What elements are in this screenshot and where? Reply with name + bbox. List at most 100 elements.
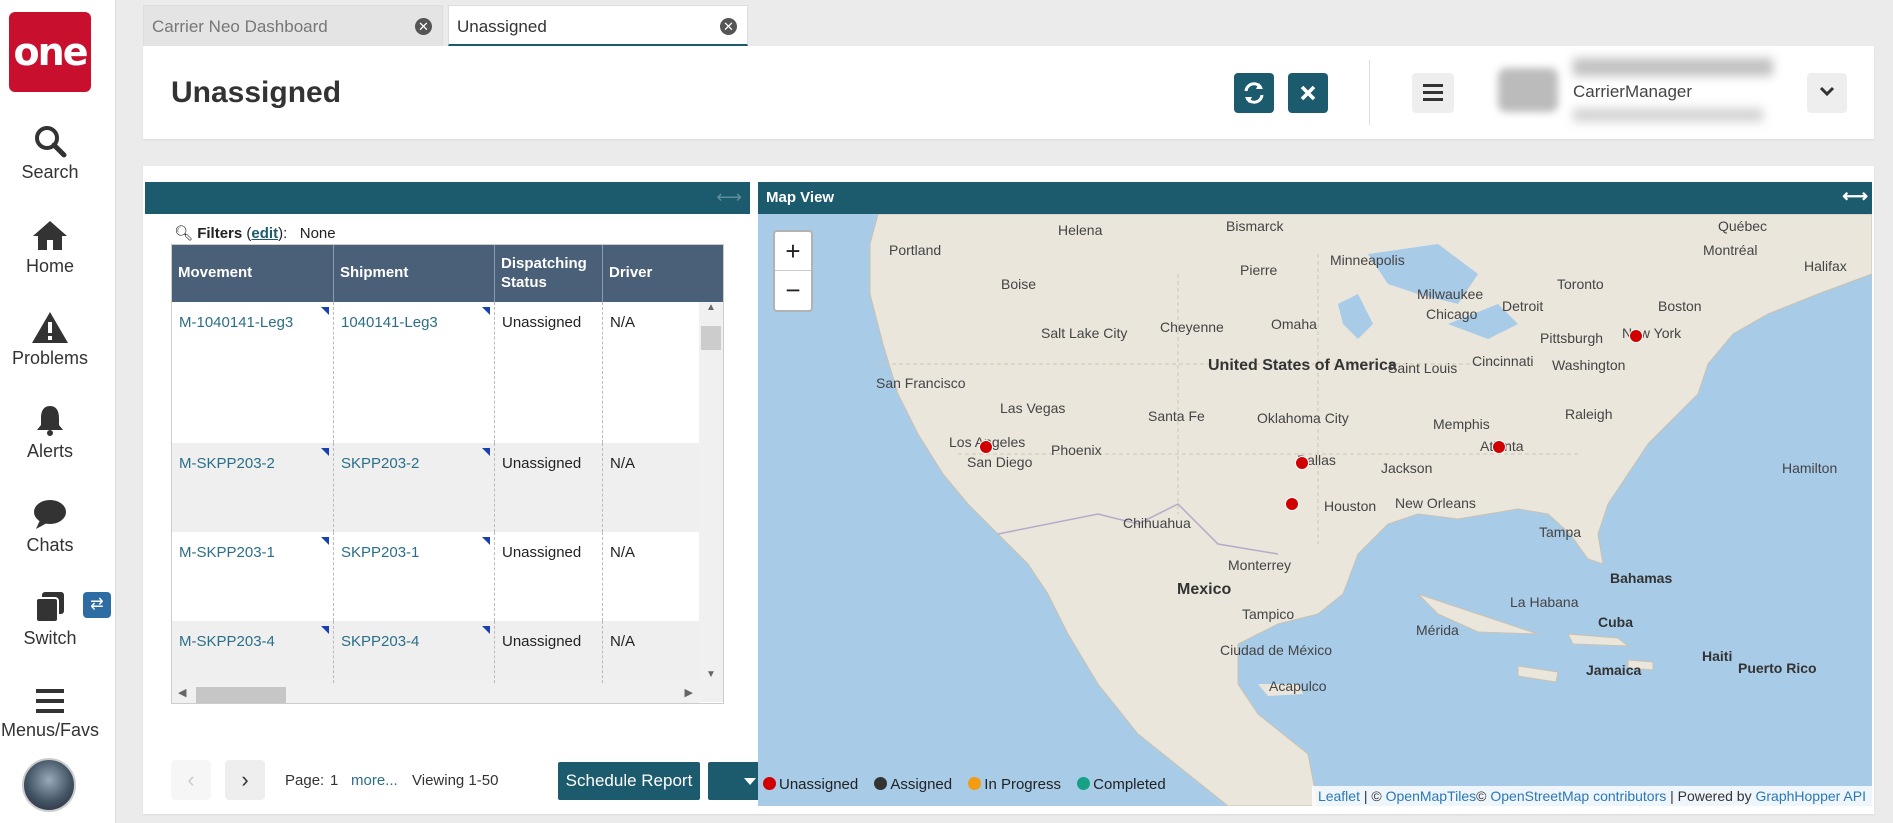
nav-home-label: Home bbox=[25, 256, 74, 276]
shipment-marker[interactable] bbox=[1629, 329, 1643, 343]
column-header-dispatching-status[interactable]: Dispatching Status bbox=[495, 245, 603, 302]
vertical-scrollbar[interactable]: ▲ ▼ bbox=[699, 302, 723, 702]
map-label: Bahamas bbox=[1610, 570, 1673, 586]
shipment-link[interactable]: SKPP203-2 bbox=[334, 443, 495, 532]
scrollbar-thumb[interactable] bbox=[196, 687, 286, 703]
close-icon[interactable]: ✕ bbox=[415, 18, 432, 35]
nav-home[interactable]: Home bbox=[0, 218, 100, 277]
tab-label: Unassigned bbox=[457, 17, 547, 36]
driver-cell: N/A bbox=[610, 544, 636, 561]
nav-chats[interactable]: Chats bbox=[0, 497, 100, 556]
zoom-control: + − bbox=[773, 230, 813, 312]
column-header-movement[interactable]: Movement bbox=[172, 245, 334, 302]
status-cell: Unassigned bbox=[495, 302, 603, 443]
shipment-link[interactable]: SKPP203-1 bbox=[334, 532, 495, 621]
scroll-right-icon[interactable]: ▶ bbox=[685, 686, 693, 699]
map-title: Map View bbox=[766, 189, 835, 206]
filters-edit-link[interactable]: edit bbox=[251, 225, 278, 242]
attribution-text: | © bbox=[1359, 788, 1386, 804]
nav-alerts[interactable]: Alerts bbox=[0, 403, 100, 462]
nav-menus-favs[interactable]: Menus/Favs bbox=[0, 686, 100, 741]
map-label: Tampico bbox=[1242, 606, 1295, 622]
next-page-button[interactable]: › bbox=[225, 760, 265, 800]
schedule-report-button[interactable]: Schedule Report bbox=[558, 762, 700, 800]
tab-unassigned[interactable]: Unassigned ✕ bbox=[448, 5, 748, 46]
resize-arrows-icon[interactable]: ⟷ bbox=[1842, 186, 1868, 207]
pagination: ‹ › Page: 1 more... Viewing 1-50 Schedul… bbox=[171, 760, 766, 802]
user-menu-button[interactable] bbox=[1807, 73, 1847, 113]
nav-search[interactable]: Search bbox=[0, 124, 100, 183]
movement-link[interactable]: M-SKPP203-4 bbox=[172, 621, 334, 683]
movement-link[interactable]: M-SKPP203-2 bbox=[172, 443, 334, 532]
map-label: Omaha bbox=[1271, 316, 1317, 332]
map-label: San Francisco bbox=[876, 375, 966, 391]
filters-label: Filters bbox=[197, 225, 243, 242]
page-title: Unassigned bbox=[171, 76, 342, 109]
map-label: Memphis bbox=[1433, 416, 1490, 432]
refresh-button[interactable] bbox=[1234, 73, 1274, 113]
scroll-up-icon[interactable]: ▲ bbox=[699, 302, 723, 313]
close-icon[interactable]: ✕ bbox=[720, 18, 737, 35]
map-label: Cuba bbox=[1598, 614, 1633, 630]
movement-link[interactable]: M-SKPP203-1 bbox=[172, 532, 334, 621]
table-row: M-SKPP203-1 SKPP203-1 Unassigned N/A bbox=[172, 532, 699, 621]
close-page-button[interactable] bbox=[1288, 73, 1328, 113]
nav-problems[interactable]: Problems bbox=[0, 310, 100, 369]
shipment-link[interactable]: SKPP203-4 bbox=[334, 621, 495, 683]
map-label: Boise bbox=[1001, 276, 1037, 292]
more-pages-link[interactable]: more... bbox=[351, 772, 398, 789]
switch-badge[interactable]: ⇄ bbox=[83, 592, 111, 618]
graphhopper-link[interactable]: GraphHopper API bbox=[1755, 788, 1866, 804]
shipment-link[interactable]: 1040141-Leg3 bbox=[334, 302, 495, 443]
map-label: Helena bbox=[1058, 222, 1103, 238]
shipment-marker[interactable] bbox=[1285, 497, 1299, 511]
page-label: Page: bbox=[285, 772, 325, 789]
map-panel-bar: Map View ⟷ bbox=[758, 182, 1872, 214]
grid-header: Movement Shipment Dispatching Status Dri… bbox=[172, 245, 723, 302]
map-label: Cheyenne bbox=[1160, 319, 1224, 335]
map-label-country: Mexico bbox=[1177, 581, 1232, 598]
assistant-avatar[interactable] bbox=[22, 758, 76, 812]
map-label: Puerto Rico bbox=[1738, 660, 1817, 676]
resize-arrows-icon[interactable]: ⟷ bbox=[716, 187, 742, 208]
legend-swatch bbox=[968, 777, 982, 790]
map-label: Hamilton bbox=[1782, 460, 1838, 476]
legend-swatch bbox=[763, 777, 776, 790]
chevron-down-icon bbox=[1819, 86, 1835, 97]
driver-cell: N/A bbox=[610, 455, 636, 472]
leaflet-link[interactable]: Leaflet bbox=[1318, 788, 1360, 804]
page-menu-button[interactable] bbox=[1412, 73, 1454, 113]
movement-link[interactable]: M-1040141-Leg3 bbox=[172, 302, 334, 443]
nav-menus-favs-label: Menus/Favs bbox=[0, 720, 100, 740]
map-label: Pittsburgh bbox=[1540, 330, 1604, 346]
column-header-shipment[interactable]: Shipment bbox=[334, 245, 495, 302]
prev-page-button[interactable]: ‹ bbox=[171, 760, 211, 800]
horizontal-scrollbar[interactable]: ◀ ▶ bbox=[172, 683, 699, 703]
map-label: Las Vegas bbox=[1000, 400, 1066, 416]
attribution-text: © bbox=[1476, 788, 1491, 804]
column-header-driver[interactable]: Driver bbox=[603, 245, 723, 302]
scrollbar-thumb[interactable] bbox=[701, 326, 721, 350]
zoom-in-button[interactable]: + bbox=[775, 232, 811, 271]
map-label: Mérida bbox=[1416, 622, 1459, 638]
shipment-marker[interactable] bbox=[979, 440, 993, 454]
map-canvas[interactable]: + − Helena Bismarck Québec Portland Mont… bbox=[758, 214, 1872, 806]
map-label: Monterrey bbox=[1228, 557, 1292, 573]
driver-cell: N/A bbox=[610, 633, 636, 650]
scroll-left-icon[interactable]: ◀ bbox=[178, 686, 186, 699]
map-label: Bismarck bbox=[1226, 218, 1284, 234]
osm-link[interactable]: OpenStreetMap contributors bbox=[1490, 788, 1666, 804]
zoom-out-button[interactable]: − bbox=[775, 271, 811, 310]
map-label: Jackson bbox=[1381, 460, 1433, 476]
bell-icon bbox=[37, 406, 63, 436]
shipment-marker[interactable] bbox=[1492, 440, 1506, 454]
user-org-redacted bbox=[1573, 108, 1763, 122]
tab-carrier-neo-dashboard[interactable]: Carrier Neo Dashboard ✕ bbox=[143, 5, 443, 46]
legend-item: Assigned bbox=[874, 776, 952, 793]
map-label: La Habana bbox=[1510, 594, 1579, 610]
openmaptiles-link[interactable]: OpenMapTiles bbox=[1386, 788, 1477, 804]
user-avatar bbox=[1498, 68, 1558, 112]
scroll-down-icon[interactable]: ▼ bbox=[699, 669, 723, 680]
app-logo[interactable]: one bbox=[9, 12, 91, 92]
shipment-marker[interactable] bbox=[1295, 456, 1309, 470]
